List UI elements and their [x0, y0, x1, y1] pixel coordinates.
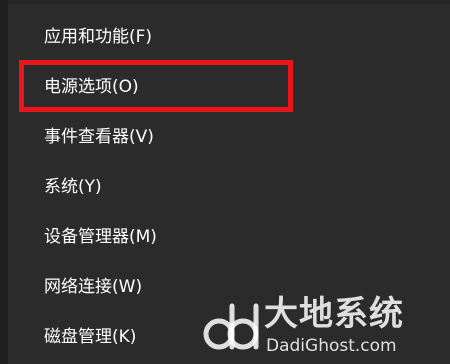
watermark-url: DadiGhost.com [266, 336, 397, 356]
menu-item-event-viewer[interactable]: 事件查看器(V) [8, 112, 450, 162]
menu-item-label: 应用和功能(F) [44, 27, 153, 47]
menu-item-apps-and-features[interactable]: 应用和功能(F) [8, 12, 450, 62]
menu-item-label: 磁盘管理(K) [44, 327, 137, 347]
highlight-annotation-box [19, 60, 293, 112]
menu-item-device-manager[interactable]: 设备管理器(M) [8, 212, 450, 262]
watermark-logo-icon [203, 303, 259, 350]
menu-item-label: 网络连接(W) [44, 277, 143, 297]
watermark: 大地系统 DadiGhost.com [200, 294, 440, 360]
menu-top-border [0, 0, 450, 4]
menu-item-label: 设备管理器(M) [44, 227, 157, 247]
context-menu: 应用和功能(F) 电源选项(O) 事件查看器(V) 系统(Y) 设备管理器(M)… [0, 0, 450, 364]
menu-item-system[interactable]: 系统(Y) [8, 162, 450, 212]
menu-item-label: 事件查看器(V) [44, 127, 154, 147]
watermark-title: 大地系统 [264, 294, 404, 334]
menu-item-label: 系统(Y) [44, 177, 102, 197]
menu-left-edge [0, 0, 8, 364]
